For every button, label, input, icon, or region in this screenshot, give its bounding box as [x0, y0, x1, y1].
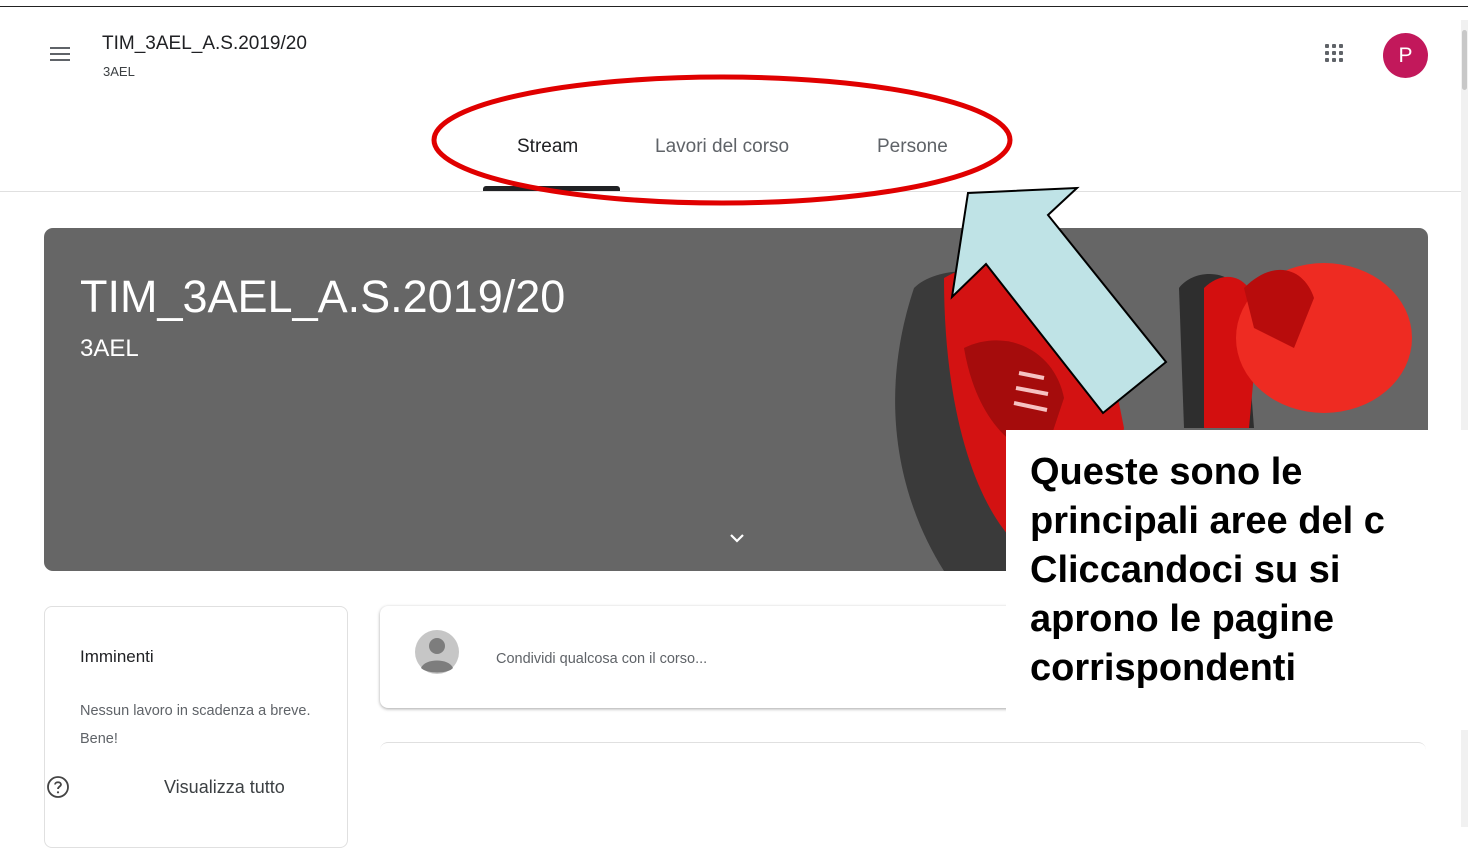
annotation-text: Queste sono le principali aree del c Cli…	[1030, 448, 1468, 693]
annotation-line-4: aprono le pagine	[1030, 598, 1335, 640]
annotation-line-3: Cliccandoci su si	[1030, 549, 1341, 591]
annotation-callout: Queste sono le principali aree del c Cli…	[1006, 430, 1468, 730]
tabs-highlight-ellipse	[431, 74, 1013, 206]
annotation-line-2: principali aree del c	[1030, 500, 1385, 542]
annotation-line-1: Queste sono le	[1030, 451, 1303, 493]
annotation-line-5: corrispondenti	[1030, 647, 1297, 689]
arrow-icon	[950, 186, 1168, 415]
